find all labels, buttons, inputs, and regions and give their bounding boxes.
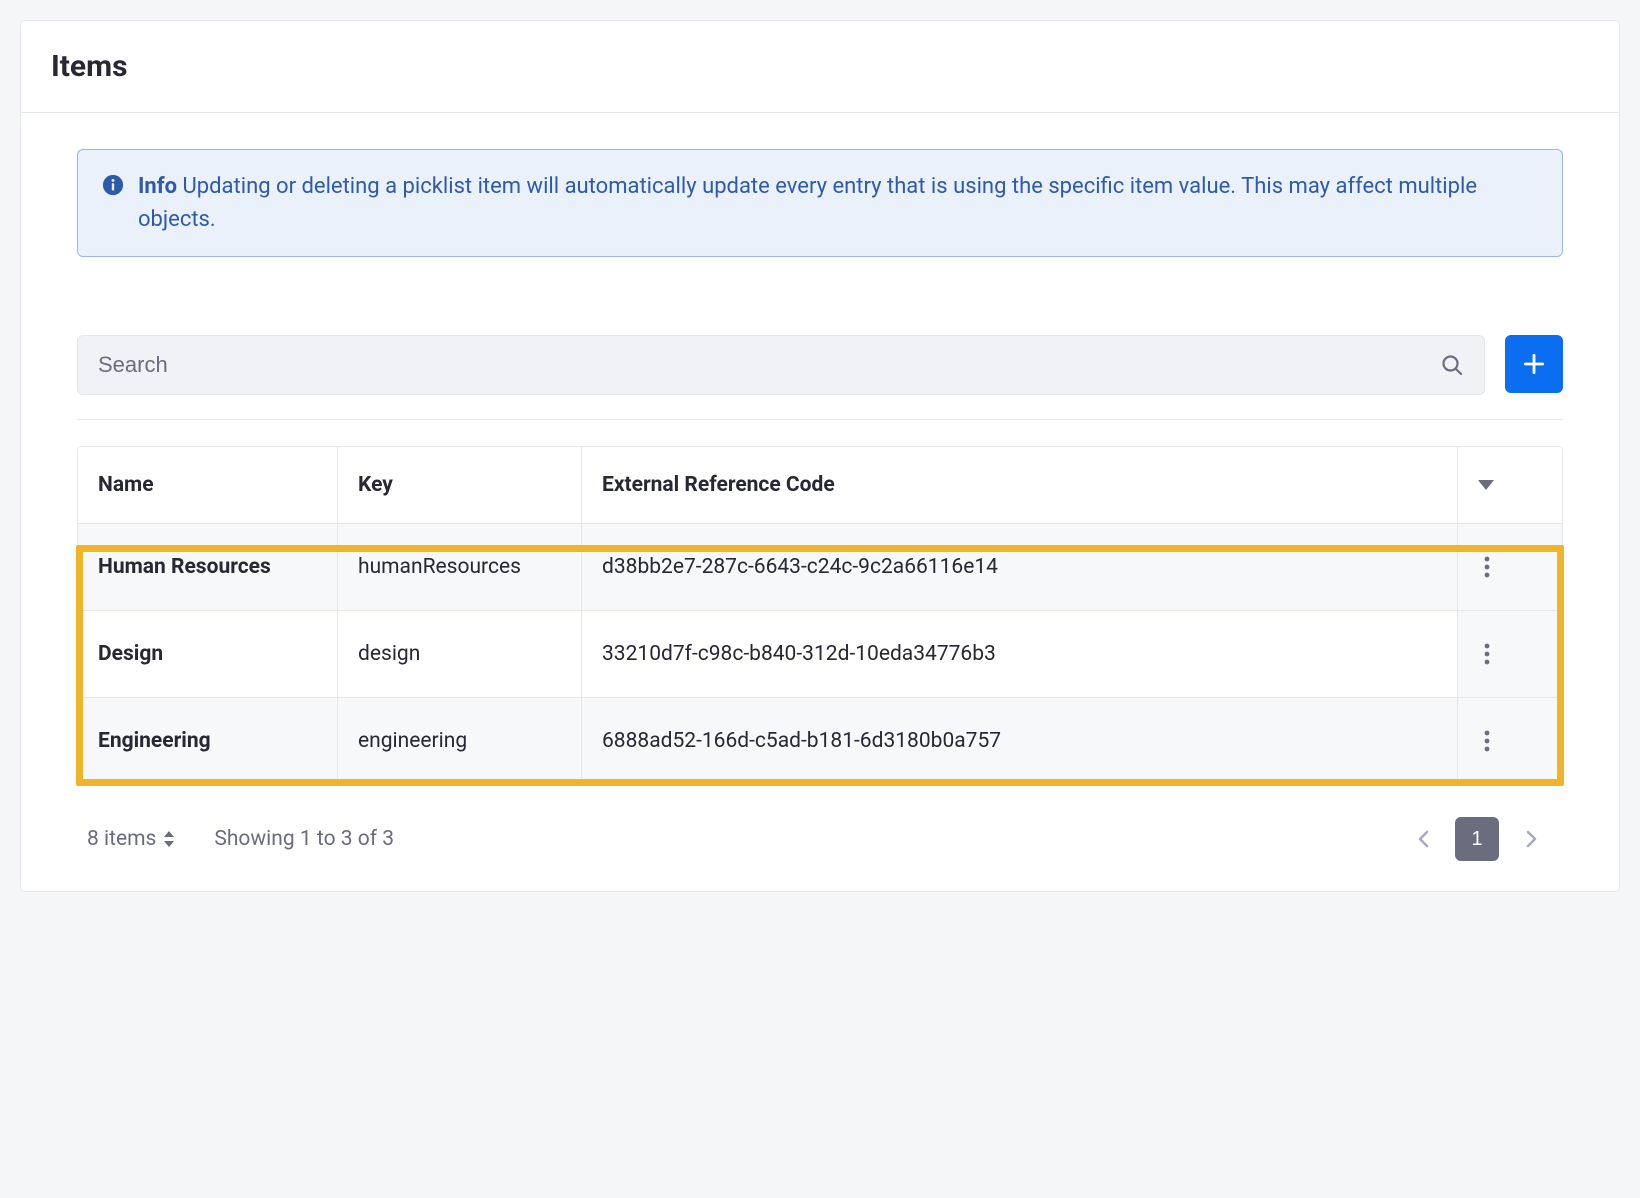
table-header-row: Name Key External Reference Code [78, 447, 1562, 524]
add-item-button[interactable] [1505, 335, 1563, 393]
search-input[interactable] [78, 336, 1420, 394]
caret-down-icon [1478, 480, 1542, 490]
search-icon[interactable] [1420, 353, 1484, 377]
info-message: Updating or deleting a picklist item wil… [138, 174, 1477, 232]
search-field[interactable] [77, 335, 1485, 395]
prev-page-button[interactable] [1401, 817, 1445, 861]
col-key[interactable]: Key [338, 447, 582, 524]
row-actions-button[interactable] [1478, 724, 1496, 758]
next-page-button[interactable] [1509, 817, 1553, 861]
table-row[interactable]: Design design 33210d7f-c98c-b840-312d-10… [78, 611, 1562, 698]
col-actions[interactable] [1458, 447, 1562, 524]
cell-name: Human Resources [78, 524, 338, 611]
items-table: Name Key External Reference Code [77, 446, 1563, 785]
cell-key: engineering [338, 698, 582, 784]
table-row[interactable]: Engineering engineering 6888ad52-166d-c5… [78, 698, 1562, 784]
cell-erc: 33210d7f-c98c-b840-312d-10eda34776b3 [582, 611, 1458, 698]
sort-icon [164, 831, 174, 847]
kebab-icon [1484, 643, 1490, 665]
cell-name: Design [78, 611, 338, 698]
cell-key: humanResources [338, 524, 582, 611]
info-label: Info [138, 174, 177, 199]
items-per-page[interactable]: 8 items [87, 827, 174, 851]
table-row[interactable]: Human Resources humanResources d38bb2e7-… [78, 524, 1562, 611]
info-alert: Info Updating or deleting a picklist ite… [77, 149, 1563, 257]
kebab-icon [1484, 556, 1490, 578]
panel-header: Items [21, 21, 1619, 113]
chevron-left-icon [1418, 830, 1429, 848]
items-count-label: 8 items [87, 827, 156, 851]
col-erc[interactable]: External Reference Code [582, 447, 1458, 524]
cell-name: Engineering [78, 698, 338, 784]
row-actions-button[interactable] [1478, 637, 1496, 671]
plus-icon [1521, 351, 1547, 377]
items-table-wrap: Name Key External Reference Code [77, 446, 1563, 785]
info-icon [102, 174, 124, 196]
cell-erc: d38bb2e7-287c-6643-c24c-9c2a66116e14 [582, 524, 1458, 611]
row-actions-button[interactable] [1478, 550, 1496, 584]
cell-key: design [338, 611, 582, 698]
kebab-icon [1484, 730, 1490, 752]
page-1-button[interactable]: 1 [1455, 817, 1499, 861]
col-name[interactable]: Name [78, 447, 338, 524]
info-text: Info Updating or deleting a picklist ite… [138, 170, 1538, 236]
items-panel: Items Info Updating or deleting a pickli… [20, 20, 1620, 892]
showing-text: Showing 1 to 3 of 3 [214, 827, 394, 851]
table-footer: 8 items Showing 1 to 3 of 3 1 [77, 811, 1563, 861]
cell-erc: 6888ad52-166d-c5ad-b181-6d3180b0a757 [582, 698, 1458, 784]
pagination: 1 [1401, 817, 1553, 861]
chevron-right-icon [1526, 830, 1537, 848]
toolbar [77, 335, 1563, 420]
page-title: Items [51, 49, 1589, 84]
